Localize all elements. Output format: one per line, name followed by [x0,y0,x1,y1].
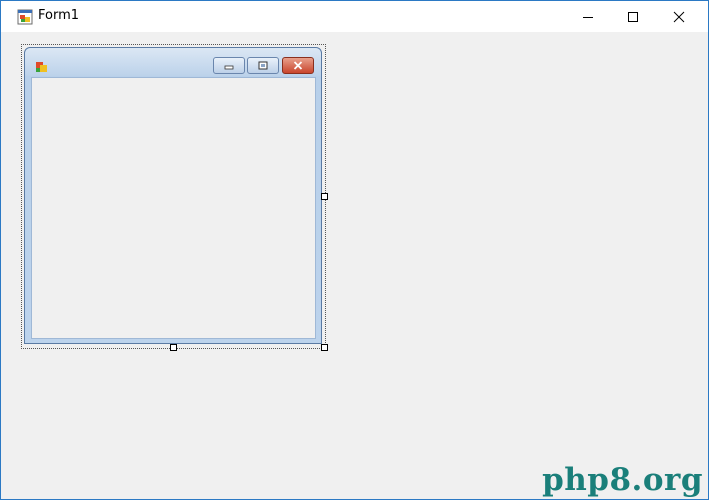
child-restore-button[interactable] [247,57,279,74]
minimize-icon [224,65,234,69]
window-title: Form1 [38,8,80,23]
resize-handle-right[interactable] [321,193,328,200]
maximize-button[interactable] [610,1,656,32]
winforms-app-icon [36,62,47,72]
title-bar[interactable]: Form1 [1,1,708,32]
winforms-app-icon [17,9,33,25]
child-title-bar[interactable] [25,48,321,76]
close-button[interactable] [656,1,702,32]
maximize-icon [628,11,638,22]
minimize-icon [583,16,593,18]
child-close-button[interactable] [282,57,314,74]
resize-handle-bottom[interactable] [170,344,177,351]
watermark: php8.org [542,462,703,498]
child-client-area[interactable] [31,77,316,339]
minimize-button[interactable] [565,1,611,32]
resize-handle-corner[interactable] [321,344,328,351]
close-icon [293,61,303,70]
child-form[interactable] [24,47,322,344]
child-minimize-button[interactable] [213,57,245,74]
close-icon [673,11,685,22]
restore-icon [258,61,268,70]
